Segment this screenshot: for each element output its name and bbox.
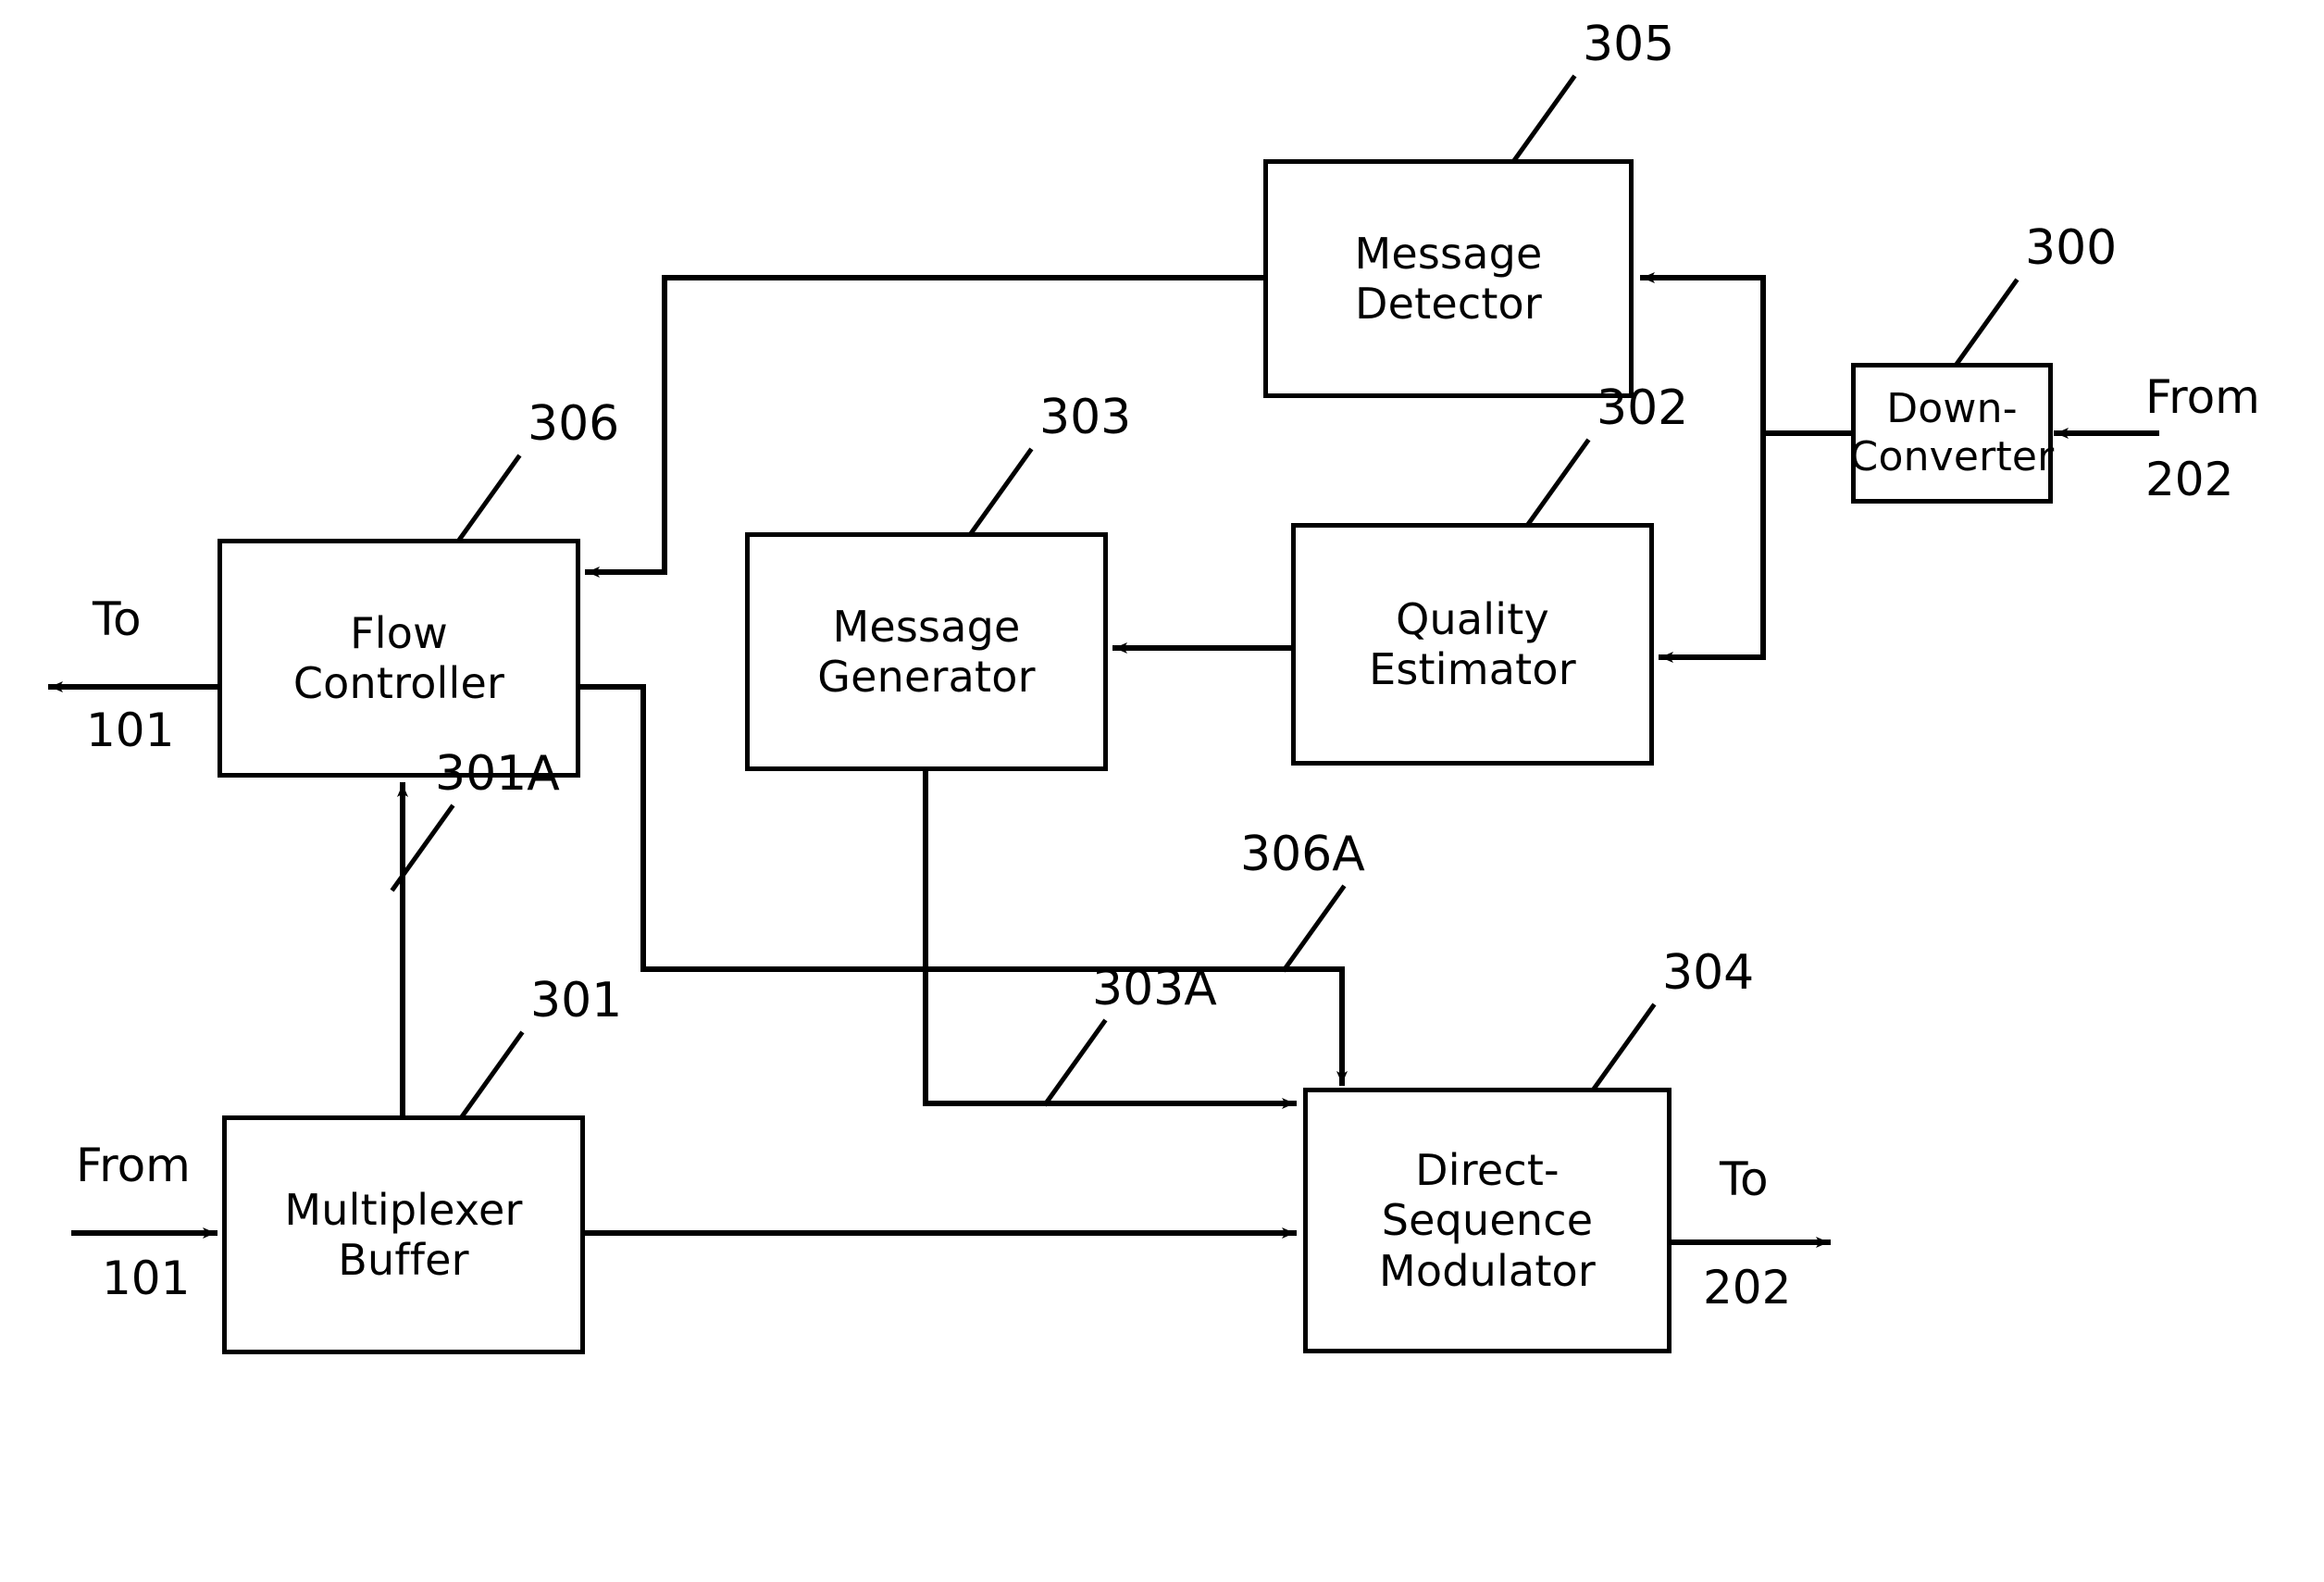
block-down-converter-label: Down- Converter [1849, 385, 2055, 480]
block-quality-estimator[interactable]: Quality Estimator [1291, 523, 1654, 766]
leader-306 [456, 454, 522, 542]
wire-downconverter-to-quality [1659, 430, 1766, 663]
ref-numeral-305: 305 [1583, 17, 1675, 72]
io-label-to-101-node: 101 [86, 704, 175, 757]
leader-302 [1525, 438, 1591, 527]
leader-306a [1281, 884, 1347, 973]
block-message-detector[interactable]: Message Detector [1263, 159, 1634, 398]
ref-numeral-304: 304 [1662, 945, 1755, 1001]
io-label-from-101-direction: From [76, 1139, 191, 1192]
block-ds-modulator[interactable]: Direct- Sequence Modulator [1303, 1088, 1672, 1353]
ref-numeral-303a: 303A [1092, 961, 1217, 1016]
ref-numeral-300: 300 [2025, 220, 2118, 276]
block-message-generator-label: Message Generator [817, 601, 1036, 702]
leader-300 [1954, 278, 2020, 367]
block-flow-controller[interactable]: Flow Controller [217, 539, 580, 778]
io-label-from-202-direction: From [2145, 370, 2260, 424]
ref-numeral-301: 301 [530, 973, 623, 1028]
wire-detector-to-flowcontroller [585, 275, 1266, 578]
block-message-detector-label: Message Detector [1354, 228, 1543, 329]
block-down-converter[interactable]: Down- Converter [1849, 363, 2055, 504]
wire-303a-to-modulator [923, 768, 1297, 1109]
leader-303a [1042, 1018, 1108, 1107]
ref-numeral-303: 303 [1039, 390, 1132, 445]
leader-303 [968, 447, 1034, 536]
block-multiplexer-buffer-label: Multiplexer Buffer [284, 1184, 523, 1285]
block-quality-estimator-label: Quality Estimator [1369, 593, 1576, 694]
block-flow-controller-label: Flow Controller [292, 607, 505, 708]
io-label-to-101-direction: To [93, 592, 142, 646]
leader-301 [459, 1030, 525, 1119]
figure-canvas: Message Detector Down- Converter Flow Co… [0, 0, 2324, 1582]
io-label-to-202-node: 202 [1703, 1261, 1792, 1314]
io-label-from-101-node: 101 [102, 1252, 191, 1305]
block-multiplexer-buffer[interactable]: Multiplexer Buffer [222, 1115, 585, 1354]
leader-304 [1591, 1003, 1657, 1091]
io-label-to-202-direction: To [1720, 1152, 1769, 1206]
block-message-generator[interactable]: Message Generator [745, 532, 1108, 771]
io-label-from-202-node: 202 [2145, 453, 2234, 506]
ref-numeral-302: 302 [1597, 380, 1689, 436]
ref-numeral-301a: 301A [435, 746, 560, 802]
leader-305 [1511, 74, 1577, 163]
ref-numeral-306a: 306A [1240, 827, 1365, 882]
block-ds-modulator-label: Direct- Sequence Modulator [1378, 1145, 1597, 1296]
ref-numeral-306: 306 [528, 396, 620, 452]
